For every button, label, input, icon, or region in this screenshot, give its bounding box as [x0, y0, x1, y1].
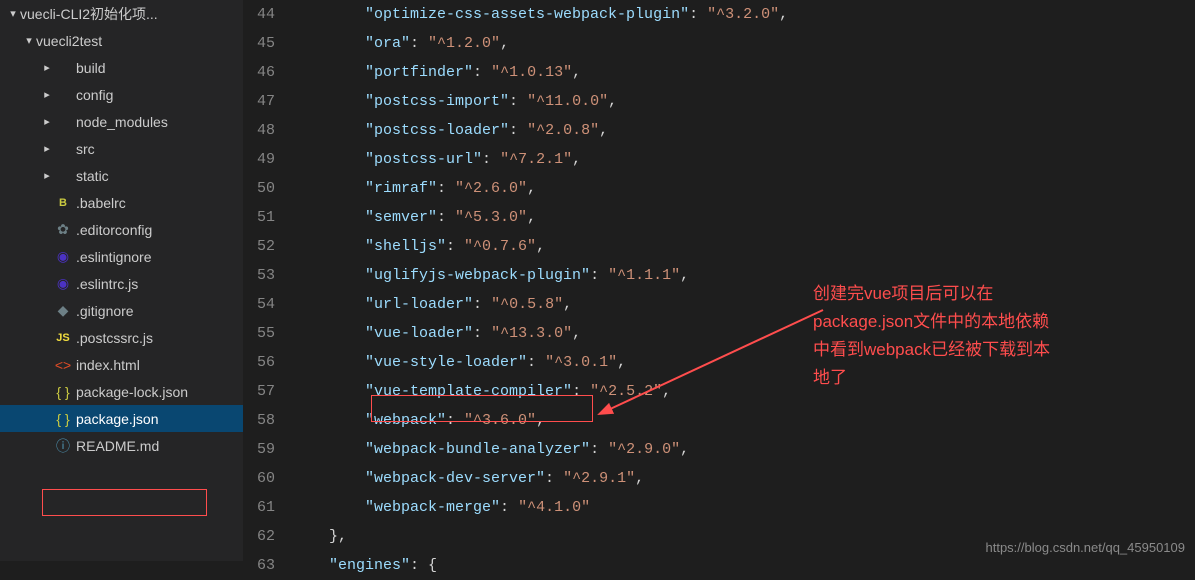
chevron-right-icon: ▸ — [40, 169, 54, 182]
tree-project[interactable]: ▾ vuecli2test — [0, 27, 243, 54]
tree-item-label: config — [76, 87, 113, 103]
tree-file[interactable]: { }package.json — [0, 405, 243, 432]
annotation-line: 中看到webpack已经被下载到本 — [813, 336, 1173, 364]
tree-file[interactable]: ⓘREADME.md — [0, 432, 243, 459]
tree-item-label: index.html — [76, 357, 140, 373]
gear-icon: ✿ — [54, 221, 72, 238]
annotation-text: 创建完vue项目后可以在 package.json文件中的本地依赖 中看到web… — [813, 280, 1173, 392]
js-icon: JS — [54, 332, 72, 344]
json-icon: { } — [54, 384, 72, 400]
tree-item-label: static — [76, 168, 109, 184]
tree-item-label: .babelrc — [76, 195, 126, 211]
eslint-icon: ◉ — [54, 248, 72, 265]
tree-file[interactable]: ◉.eslintignore — [0, 243, 243, 270]
tree-file[interactable]: ◆.gitignore — [0, 297, 243, 324]
html-icon: <> — [54, 357, 72, 373]
watermark: https://blog.csdn.net/qq_45950109 — [986, 540, 1186, 555]
tree-item-label: package-lock.json — [76, 384, 188, 400]
json-icon: { } — [54, 411, 72, 427]
tree-root[interactable]: ▾ vuecli-CLI2初始化项... — [0, 0, 243, 27]
eslint-icon: ◉ — [54, 275, 72, 292]
tree-item-label: .eslintrc.js — [76, 276, 138, 292]
tree-item-label: .gitignore — [76, 303, 134, 319]
tree-item-label: .eslintignore — [76, 249, 152, 265]
chevron-down-icon: ▾ — [6, 7, 20, 20]
tree-folder[interactable]: ▸ build — [0, 54, 243, 81]
tree-project-label: vuecli2test — [36, 33, 102, 49]
chevron-right-icon: ▸ — [40, 115, 54, 128]
tree-root-label: vuecli-CLI2初始化项... — [20, 4, 158, 24]
tree-folder[interactable]: ▸ src — [0, 135, 243, 162]
tree-item-label: node_modules — [76, 114, 168, 130]
tree-file[interactable]: B .babelrc — [0, 189, 243, 216]
tree-item-label: build — [76, 60, 106, 76]
tree-folder[interactable]: ▸ node_modules — [0, 108, 243, 135]
chevron-right-icon: ▸ — [40, 61, 54, 74]
chevron-down-icon: ▾ — [22, 34, 36, 47]
tree-folder[interactable]: ▸ config — [0, 81, 243, 108]
git-icon: ◆ — [54, 302, 72, 319]
annotation-line: package.json文件中的本地依赖 — [813, 308, 1173, 336]
annotation-line: 地了 — [813, 364, 1173, 392]
tree-file[interactable]: JS .postcssrc.js — [0, 324, 243, 351]
chevron-right-icon: ▸ — [40, 88, 54, 101]
tree-item-label: .postcssrc.js — [76, 330, 153, 346]
info-icon: ⓘ — [54, 436, 72, 456]
babel-icon: B — [54, 197, 72, 209]
sidebar-highlight-box — [42, 489, 207, 516]
tree-item-label: src — [76, 141, 95, 157]
file-explorer: ▾ vuecli-CLI2初始化项... ▾ vuecli2test ▸ buil… — [0, 0, 243, 561]
tree-file[interactable]: ✿.editorconfig — [0, 216, 243, 243]
tree-file[interactable]: <>index.html — [0, 351, 243, 378]
tree-item-label: README.md — [76, 438, 159, 454]
annotation-line: 创建完vue项目后可以在 — [813, 280, 1173, 308]
code-editor[interactable]: 4445464748495051525354555657585960616263… — [243, 0, 1195, 561]
tree-file[interactable]: { }package-lock.json — [0, 378, 243, 405]
line-number-gutter: 4445464748495051525354555657585960616263 — [243, 0, 293, 561]
tree-item-label: package.json — [76, 411, 159, 427]
tree-item-label: .editorconfig — [76, 222, 152, 238]
code-highlight-box — [371, 395, 593, 422]
tree-folder[interactable]: ▸ static — [0, 162, 243, 189]
tree-file[interactable]: ◉.eslintrc.js — [0, 270, 243, 297]
chevron-right-icon: ▸ — [40, 142, 54, 155]
